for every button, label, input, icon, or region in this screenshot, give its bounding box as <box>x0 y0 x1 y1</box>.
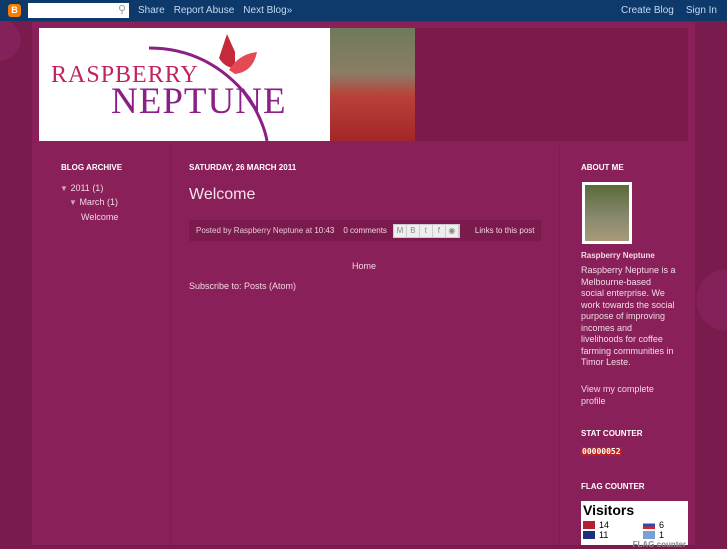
post-footer: Posted by Raspberry Neptune at 10:43 0 c… <box>189 220 541 241</box>
russia-flag-icon <box>643 521 655 529</box>
flag-icon <box>643 531 655 539</box>
us-flag-icon <box>583 521 595 529</box>
header-photo <box>330 28 415 141</box>
archive-year-count: (1) <box>92 183 104 193</box>
blog-archive-heading: BLOG ARCHIVE <box>61 163 123 172</box>
twitter-icon[interactable]: t <box>420 224 433 237</box>
view-profile-link[interactable]: View my complete profile <box>581 384 676 407</box>
comments-link[interactable]: 0 comments <box>343 226 387 235</box>
report-abuse-link[interactable]: Report Abuse <box>174 5 235 16</box>
visitors-label: Visitors <box>583 502 635 518</box>
flag-count: 6 <box>659 520 665 530</box>
archive-month-count: (1) <box>106 197 118 207</box>
archive-month-link[interactable]: March <box>79 197 104 207</box>
sign-in-link[interactable]: Sign In <box>686 5 717 16</box>
flag-count: 1 <box>659 530 665 540</box>
search-icon[interactable]: ⚲ <box>118 3 126 16</box>
post-title[interactable]: Welcome <box>189 186 255 204</box>
right-sidebar: ABOUT ME Raspberry Neptune Raspberry Nep… <box>565 145 695 549</box>
share-link[interactable]: Share <box>138 5 165 16</box>
flag-counter-widget[interactable]: Visitors 14 6 11 1 FLAG counter <box>581 501 688 549</box>
email-icon[interactable]: M <box>394 224 407 237</box>
logo-text-neptune: NEPTUNE <box>111 81 287 122</box>
blog-logo[interactable]: RASPBERRY NEPTUNE <box>39 28 330 141</box>
collapse-toggle-icon[interactable]: ▼ <box>69 198 77 207</box>
post-date: SATURDAY, 26 MARCH 2011 <box>189 163 297 172</box>
blog-header: RASPBERRY NEPTUNE <box>39 28 688 141</box>
flag-counter-heading: FLAG COUNTER <box>581 482 645 491</box>
stat-counter-value[interactable]: 00000052 <box>581 447 622 456</box>
blogthis-icon[interactable]: B <box>407 224 420 237</box>
left-sidebar: BLOG ARCHIVE ▼ 2011 (1) ▼ March (1) Welc… <box>32 145 165 545</box>
home-link[interactable]: Home <box>352 261 376 271</box>
archive-post-link[interactable]: Welcome <box>81 212 118 222</box>
posted-by: Posted by Raspberry Neptune at <box>196 226 313 235</box>
collapse-toggle-icon[interactable]: ▼ <box>60 184 68 193</box>
about-bio: Raspberry Neptune is a Melbourne-based s… <box>581 265 676 367</box>
links-to-post[interactable]: Links to this post <box>475 226 535 235</box>
main-column: SATURDAY, 26 MARCH 2011 Welcome Posted b… <box>170 145 560 545</box>
flag-count: 14 <box>599 520 610 530</box>
blogger-logo-icon[interactable]: B <box>8 4 21 17</box>
share-buttons: M Bt f ◉ <box>392 223 460 238</box>
profile-photo[interactable] <box>582 182 632 244</box>
next-blog-link[interactable]: Next Blog» <box>243 5 292 16</box>
australia-flag-icon <box>583 531 595 539</box>
flag-count: 11 <box>599 530 609 540</box>
buzz-icon[interactable]: ◉ <box>446 224 459 237</box>
search-input[interactable]: ⚲ <box>28 3 129 18</box>
post-time-link[interactable]: 10:43 <box>314 226 334 235</box>
subscribe-label: Subscribe to: <box>189 281 242 291</box>
about-me-heading: ABOUT ME <box>581 163 624 172</box>
profile-name-link[interactable]: Raspberry Neptune <box>581 251 655 260</box>
archive-year-link[interactable]: 2011 <box>70 183 89 193</box>
create-blog-link[interactable]: Create Blog <box>621 5 674 16</box>
blogger-navbar: B ⚲ Share Report Abuse Next Blog» Create… <box>0 0 727 21</box>
facebook-icon[interactable]: f <box>433 224 446 237</box>
subscribe-atom-link[interactable]: Posts (Atom) <box>244 281 296 291</box>
stat-counter-heading: STAT COUNTER <box>581 429 643 438</box>
